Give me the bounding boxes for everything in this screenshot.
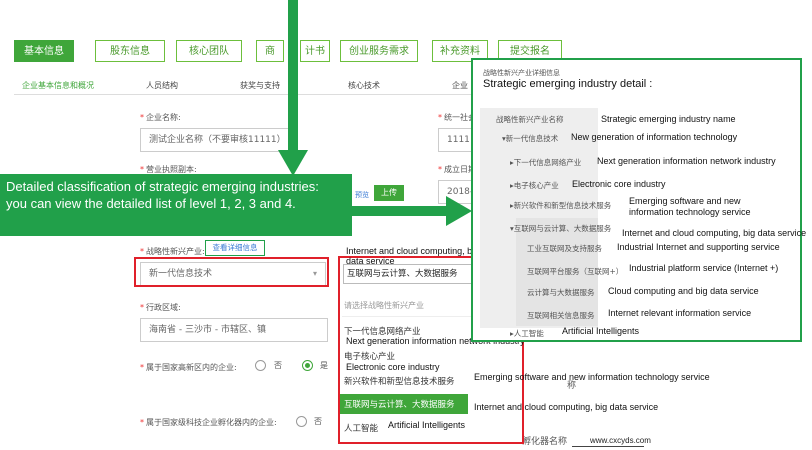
- incubator-label: * 属于国家级科技企业孵化器内的企业:: [140, 418, 277, 427]
- detail-row-en: Emerging software and new: [629, 196, 741, 206]
- dropdown-placeholder: 请选择战略性新兴产业: [344, 301, 424, 310]
- incubator-no-radio[interactable]: [296, 416, 307, 427]
- watermark-underline: [572, 446, 644, 447]
- arrow-down-icon: [278, 0, 308, 176]
- subtab-core-tech[interactable]: 核心技术: [348, 80, 380, 91]
- dropdown-selected-en-2: data service: [346, 256, 395, 266]
- hightech-no-label: 否: [274, 361, 282, 370]
- detail-row-en: Artificial Intelligents: [562, 326, 640, 336]
- detail-row-en: New generation of information technology: [571, 132, 738, 142]
- dropdown-selected[interactable]: 互联网与云计算、大数据服务: [343, 264, 478, 284]
- dropdown-option-en: Emerging software and new information te…: [474, 372, 710, 382]
- detail-row-cn[interactable]: 互联网相关信息服务: [527, 310, 595, 321]
- detail-row-en: information technology service: [629, 207, 751, 217]
- arrow-right-icon: [352, 196, 472, 226]
- dropdown-option-cn[interactable]: 新兴软件和新型信息技术服务: [344, 375, 455, 387]
- behind-text-2: 孵化器名称: [522, 437, 568, 447]
- tab-shareholder-info[interactable]: 股东信息: [95, 40, 165, 62]
- subtab-staff[interactable]: 人员结构: [146, 80, 178, 91]
- company-name-label: * 企业名称:: [140, 113, 181, 122]
- region-label: * 行政区域:: [140, 303, 181, 312]
- dropdown-selected-en-1: Internet and cloud computing, big: [346, 246, 480, 256]
- hightech-yes-radio[interactable]: [302, 360, 313, 371]
- subtab-enterprise[interactable]: 企业: [452, 80, 468, 91]
- hightech-yes-label: 是: [320, 361, 328, 370]
- hightech-no-radio[interactable]: [255, 360, 266, 371]
- subtab-awards[interactable]: 获奖与支持: [240, 80, 280, 91]
- credit-code-input[interactable]: 1111: [438, 128, 474, 152]
- tab-service-demand[interactable]: 创业服务需求: [340, 40, 418, 62]
- dropdown-option-cn[interactable]: 人工智能: [344, 422, 378, 434]
- dropdown-option-en: Electronic core industry: [346, 362, 440, 372]
- detail-row-en: Industrial platform service (Internet +): [629, 263, 779, 273]
- industry-label: * 战略性新兴产业:: [140, 247, 205, 256]
- detail-row-cn[interactable]: 互联网平台服务（互联网+）: [527, 266, 623, 277]
- dropdown-option-cn[interactable]: 互联网与云计算、大数据服务: [344, 398, 455, 410]
- detail-row-cn[interactable]: ▸人工智能: [510, 328, 544, 339]
- detail-row-en: Internet and cloud computing, big data s…: [622, 228, 807, 238]
- detail-cn-title: 战略性新兴产业详细信息: [483, 69, 560, 77]
- detail-row-en: Electronic core industry: [572, 179, 666, 189]
- detail-row-cn[interactable]: 工业互联网及支持服务: [527, 243, 602, 254]
- detail-row-cn[interactable]: ▾新一代信息技术: [502, 133, 558, 144]
- tab-basic-info[interactable]: 基本信息: [14, 40, 74, 62]
- tab-core-team[interactable]: 核心团队: [176, 40, 242, 62]
- watermark: www.cxcyds.com: [590, 436, 651, 445]
- hightech-zone-label: * 属于国家高新区内的企业:: [140, 363, 237, 372]
- callout-text: Detailed classification of strategic eme…: [6, 179, 319, 211]
- detail-row-cn[interactable]: ▾互联网与云计算、大数据服务: [510, 223, 611, 234]
- detail-row-cn[interactable]: ▸新兴软件和新型信息技术服务: [510, 200, 611, 211]
- dropdown-option-en: Internet and cloud computing, big data s…: [474, 402, 659, 412]
- detail-row-en: Industrial Internet and supporting servi…: [617, 242, 780, 252]
- region-input[interactable]: 海南省 - 三沙市 - 市辖区、镇: [140, 318, 328, 342]
- detail-row-cn[interactable]: ▸电子核心产业: [510, 180, 559, 191]
- subtab-company-overview[interactable]: 企业基本信息和概况: [22, 80, 94, 91]
- view-detail-link[interactable]: 查看详细信息: [205, 240, 265, 256]
- detail-row-en: Next generation information network indu…: [597, 156, 776, 166]
- detail-row-cn[interactable]: ▸下一代信息网络产业: [510, 157, 581, 168]
- detail-row-en: Strategic emerging industry name: [601, 114, 736, 124]
- dropdown-option-en: Artificial Intelligents: [388, 420, 466, 430]
- company-name-input[interactable]: 测试企业名称（不要审核11111）: [140, 128, 290, 152]
- industry-select-highlight: [134, 257, 329, 287]
- detail-en-title: Strategic emerging industry detail :: [483, 78, 653, 90]
- dropdown-option-cn[interactable]: 电子核心产业: [344, 350, 395, 362]
- detail-row-cn[interactable]: 云计算与大数据服务: [527, 287, 595, 298]
- detail-row-en: Internet relevant information service: [608, 308, 752, 318]
- incubator-no-label: 否: [314, 417, 322, 426]
- detail-row-en: Cloud computing and big data service: [608, 286, 759, 296]
- detail-row-cn: 战略性新兴产业名称: [496, 115, 564, 124]
